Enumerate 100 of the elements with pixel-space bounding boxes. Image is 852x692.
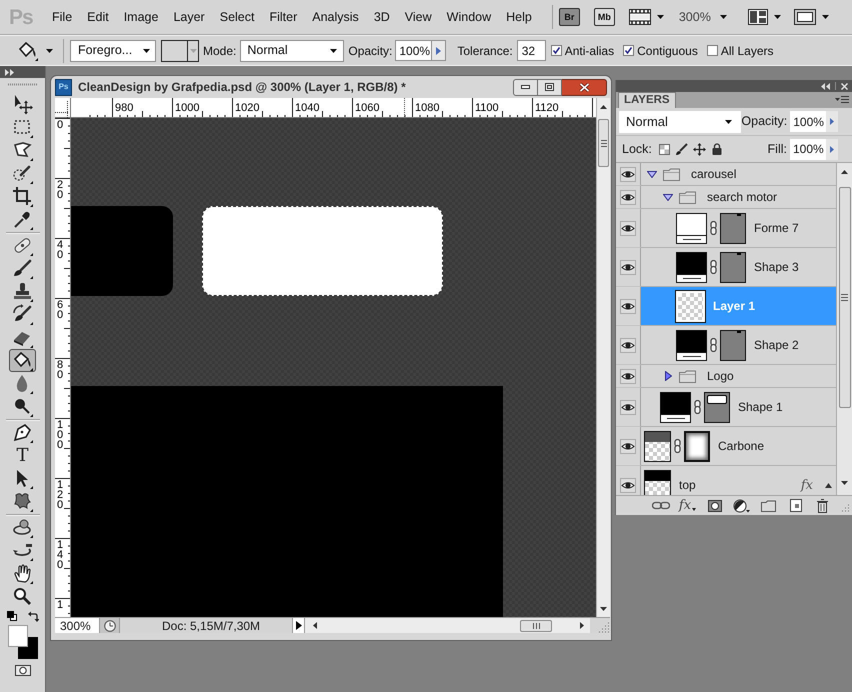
minimize-icon <box>521 85 530 89</box>
scrollbar-thumb[interactable] <box>838 187 850 408</box>
move-icon <box>12 94 33 115</box>
eye-icon[interactable] <box>620 438 636 454</box>
menu-item[interactable]: Help <box>506 10 532 24</box>
caret-icon <box>720 15 727 19</box>
eye-icon[interactable] <box>620 400 636 414</box>
resize-grip-icon[interactable] <box>840 504 850 514</box>
ruler-label: 80 <box>57 360 64 380</box>
opacity-slider-button[interactable] <box>432 40 446 61</box>
move-arrows-icon[interactable] <box>692 142 706 156</box>
menu-item[interactable]: Window <box>446 10 492 24</box>
caret-icon <box>330 48 338 52</box>
menu-item[interactable]: Layer <box>173 10 205 24</box>
menu-item[interactable]: Image <box>124 10 158 24</box>
disclosure-triangle-icon[interactable] <box>647 170 657 178</box>
menu-item[interactable]: File <box>52 10 72 24</box>
scrollbar-thumb[interactable] <box>598 119 609 167</box>
checkbox[interactable] <box>550 45 562 56</box>
double-arrow-left-icon[interactable] <box>821 82 830 90</box>
foreground-color-swatch[interactable] <box>8 625 28 647</box>
fill-field[interactable]: 100% <box>790 138 826 160</box>
disclosure-triangle-icon[interactable] <box>664 371 672 381</box>
disclosure-triangle-icon[interactable] <box>663 194 673 200</box>
layer-name: Forme 7 <box>754 220 799 237</box>
app-launch-button[interactable]: Br <box>558 8 580 26</box>
resize-grip-icon[interactable] <box>598 621 610 633</box>
eye-icon[interactable] <box>620 166 636 182</box>
restore-icon <box>545 83 554 91</box>
arrow-right-icon <box>580 622 584 629</box>
folder-icon <box>663 168 680 180</box>
mode-dropdown[interactable]: Normal <box>240 40 344 62</box>
checkerboard-icon[interactable] <box>658 144 670 154</box>
tool-preset-button[interactable] <box>17 40 53 62</box>
checkbox[interactable] <box>623 45 634 56</box>
layer-name: Logo <box>707 368 734 385</box>
type-tool-button[interactable]: T <box>9 444 36 467</box>
opacity-field[interactable]: 100% <box>790 111 826 132</box>
eye-icon[interactable] <box>620 260 636 274</box>
circle-in-rectangle-icon[interactable] <box>14 665 30 676</box>
eye-icon[interactable] <box>620 190 636 204</box>
menu-item[interactable]: Edit <box>87 10 109 24</box>
grip-handle-icon[interactable] <box>8 83 38 86</box>
brush-icon[interactable] <box>674 142 688 156</box>
layer-name: Layer 1 <box>713 298 756 315</box>
arrange-documents-button[interactable] <box>748 9 781 25</box>
polygon-lasso-icon <box>12 140 33 161</box>
fill-slider-button[interactable] <box>826 138 838 160</box>
opacity-field[interactable]: 100% <box>395 40 432 61</box>
mask-thumbnail <box>704 392 730 422</box>
close-button[interactable] <box>562 78 607 96</box>
ruler-label: 1080 <box>415 102 440 114</box>
menu-item[interactable]: Analysis <box>312 10 359 24</box>
opacity-slider-button[interactable] <box>826 111 838 132</box>
menu-item[interactable]: 3D <box>374 10 390 24</box>
fill-source-dropdown[interactable]: Foregro... <box>70 40 156 62</box>
eye-icon[interactable] <box>620 338 636 352</box>
sphere-ring-icon <box>12 517 33 538</box>
folder-icon <box>679 190 696 204</box>
ruler-label: 120 <box>57 480 64 510</box>
menu-item[interactable]: Filter <box>269 10 298 24</box>
checkbox-label: All Layers <box>720 42 774 60</box>
layer-name: Shape 2 <box>754 337 799 354</box>
checkbox[interactable] <box>706 45 718 56</box>
panel-menu-icon[interactable] <box>835 95 849 104</box>
tool-button[interactable] <box>9 349 36 372</box>
stamp-icon <box>12 281 33 302</box>
background-color-swatch[interactable] <box>18 647 38 659</box>
zoom-field[interactable]: 300% <box>55 618 100 633</box>
ruler-label: 1040 <box>295 102 320 114</box>
blend-mode-dropdown[interactable]: Normal <box>619 110 742 132</box>
double-arrow-right-icon[interactable] <box>5 68 14 76</box>
eye-icon[interactable] <box>620 220 636 236</box>
status-menu-button[interactable] <box>292 618 305 633</box>
pen-nib-icon <box>12 422 33 443</box>
minimize-button[interactable] <box>513 78 538 96</box>
padlock-icon[interactable] <box>712 143 722 155</box>
layer-style-button[interactable]: fx <box>674 496 701 515</box>
caret-icon <box>143 48 150 52</box>
mask-thumbnail <box>720 252 746 282</box>
view-extras-button[interactable] <box>628 9 664 25</box>
menu-item[interactable]: View <box>404 10 432 24</box>
triangle-icon[interactable] <box>825 482 832 488</box>
overlapping-squares-icon[interactable] <box>6 611 16 621</box>
menu-item[interactable]: Select <box>220 10 254 24</box>
restore-button[interactable] <box>538 78 562 96</box>
brush-icon <box>12 258 33 279</box>
swap-arrow-icon[interactable] <box>28 611 38 622</box>
eye-icon[interactable] <box>620 478 636 492</box>
panel-tab[interactable]: LAYERS <box>618 92 676 108</box>
app-launch-button[interactable]: Mb <box>594 8 615 26</box>
zoom-level-dropdown[interactable]: 300% <box>678 8 727 26</box>
close-icon[interactable] <box>841 82 848 90</box>
tolerance-field[interactable]: 32 <box>516 40 546 61</box>
scrollbar-thumb[interactable] <box>520 620 552 632</box>
screen-mode-button[interactable] <box>794 9 829 25</box>
eye-icon[interactable] <box>620 368 636 384</box>
eye-icon[interactable] <box>620 298 636 314</box>
ruler-label: 1100 <box>475 102 499 114</box>
caret-icon <box>190 48 196 52</box>
